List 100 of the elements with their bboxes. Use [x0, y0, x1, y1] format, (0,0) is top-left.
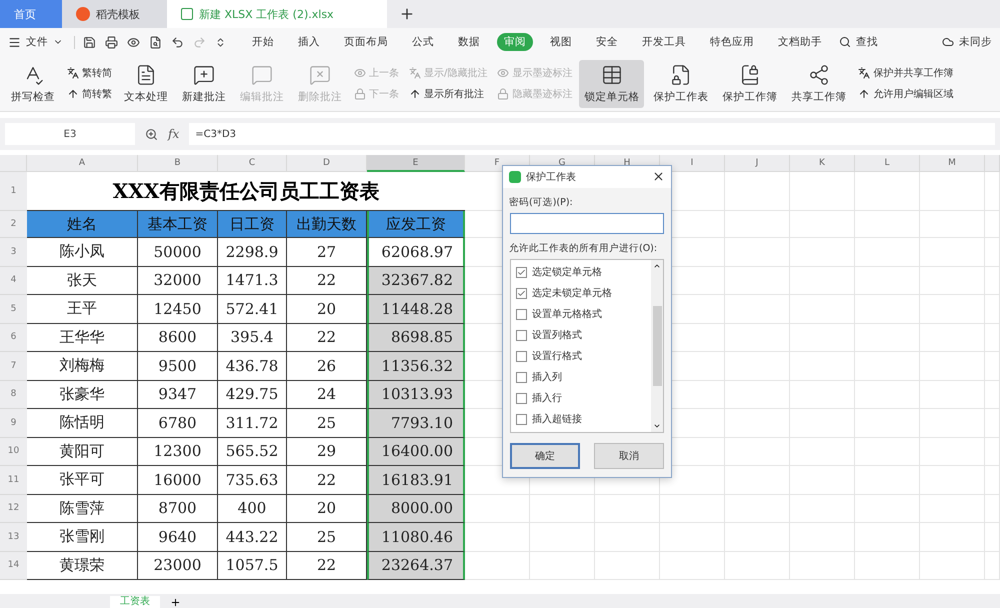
table-cell: 16183.91 — [367, 466, 465, 494]
table-cell: 8600 — [138, 324, 218, 352]
ribbon-button[interactable]: 文本处理 — [119, 60, 173, 108]
scrollbar[interactable] — [651, 260, 663, 432]
sync-status[interactable]: 未同步 — [959, 35, 992, 49]
table-cell: 11080.46 — [367, 523, 465, 552]
table-cell: 22 — [287, 466, 367, 494]
checkbox[interactable] — [516, 308, 527, 320]
document-tab[interactable]: 首页 — [0, 0, 62, 28]
table-cell: 12450 — [138, 295, 218, 324]
document-tab[interactable]: 稻壳模板 — [62, 0, 167, 28]
ribbon-button[interactable]: 共享工作簿 — [786, 60, 852, 108]
save-icon[interactable] — [83, 36, 96, 48]
permission-option[interactable]: 插入超链接 — [516, 410, 646, 428]
permission-option[interactable]: 选定锁定单元格 — [516, 264, 646, 281]
scroll-down-icon[interactable] — [653, 422, 661, 430]
menu-tab[interactable]: 特色应用 — [703, 33, 761, 51]
checkbox[interactable] — [516, 350, 527, 362]
column-header[interactable]: A — [27, 155, 138, 172]
menu-tab[interactable]: 文档助手 — [771, 33, 829, 51]
name-box[interactable]: E3 — [5, 123, 135, 145]
column-header[interactable]: C — [218, 155, 287, 172]
table-cell: 22 — [287, 552, 367, 580]
zoom-icon[interactable] — [145, 128, 158, 140]
permission-option[interactable]: 设置行格式 — [516, 348, 646, 365]
function-label[interactable]: fx — [168, 127, 180, 141]
table-cell: 32367.82 — [367, 266, 465, 295]
ribbon-button[interactable]: 拼写检查 — [6, 60, 60, 108]
ribbon-button[interactable]: 锁定单元格 — [579, 60, 644, 108]
arrow-icon — [409, 88, 421, 100]
ribbon-button[interactable]: 允许用户编辑区域 — [858, 87, 954, 101]
menu-tab[interactable]: 开始 — [245, 33, 281, 51]
preview-icon[interactable] — [149, 36, 162, 48]
menu-tab[interactable]: 安全 — [589, 33, 625, 51]
column-header[interactable]: M — [920, 155, 985, 172]
table-cell: 陈雪萍 — [27, 494, 138, 523]
column-header[interactable]: L — [855, 155, 920, 172]
new-tab-icon[interactable] — [399, 6, 415, 22]
search-link[interactable]: 查找 — [856, 35, 878, 49]
column-header[interactable]: I — [660, 155, 725, 172]
document-tab[interactable]: 新建 XLSX 工作表 (2).xlsx — [167, 0, 387, 28]
dialog-title: 保护工作表 — [526, 170, 577, 184]
table-cell: 22 — [287, 324, 367, 352]
table-cell: 9347 — [138, 380, 218, 409]
printer-icon[interactable] — [105, 36, 118, 48]
search-icon[interactable] — [839, 36, 851, 48]
permission-option[interactable]: 插入行 — [516, 390, 646, 407]
checkbox[interactable] — [516, 288, 527, 299]
app-logo-icon — [509, 170, 521, 183]
dialog-button[interactable]: 确定 — [510, 443, 580, 469]
menu-tab[interactable]: 页面布局 — [337, 33, 395, 51]
table-cell: 572.41 — [218, 295, 287, 324]
checkbox[interactable] — [516, 372, 527, 383]
ribbon-button[interactable]: 保护工作簿 — [717, 60, 782, 108]
password-field[interactable] — [510, 212, 664, 234]
file-menu[interactable]: 文件 — [26, 35, 48, 49]
checkbox[interactable] — [516, 392, 527, 404]
eye-icon[interactable] — [127, 36, 140, 48]
checkbox[interactable] — [516, 330, 527, 341]
ribbon-button[interactable]: 保护工作表 — [648, 60, 714, 108]
permission-option[interactable]: 插入列 — [516, 368, 646, 386]
more-icon[interactable] — [215, 36, 226, 48]
column-header[interactable]: D — [287, 155, 367, 172]
column-header[interactable]: K — [790, 155, 855, 172]
close-icon[interactable] — [652, 170, 665, 184]
table-cell: 张平可 — [27, 466, 138, 494]
table-cell: 2298.9 — [218, 238, 287, 266]
permission-option[interactable]: 设置单元格格式 — [516, 306, 646, 323]
formula-field[interactable]: =C3*D3 — [189, 123, 995, 145]
menu-tab[interactable]: 插入 — [291, 33, 327, 51]
menu-icon[interactable] — [8, 36, 21, 48]
add-sheet-icon[interactable] — [170, 597, 181, 608]
menu-tab[interactable]: 公式 — [405, 33, 441, 51]
permission-option[interactable]: 设置列格式 — [516, 326, 646, 344]
checkbox[interactable] — [516, 414, 527, 425]
translate-icon — [409, 67, 421, 79]
column-header[interactable]: E — [367, 155, 465, 172]
table-cell: 黄璟荣 — [27, 552, 138, 580]
menu-tab[interactable]: 视图 — [543, 33, 579, 51]
menu-tab[interactable]: 开发工具 — [635, 33, 693, 51]
undo-icon[interactable] — [171, 36, 184, 48]
eye-icon — [497, 67, 510, 79]
table-cell: 565.52 — [218, 438, 287, 466]
ribbon-button[interactable]: 显示所有批注 — [409, 87, 488, 101]
permission-option[interactable]: 选定未锁定单元格 — [516, 284, 646, 302]
table-cell: 张豪华 — [27, 380, 138, 409]
column-header[interactable]: B — [138, 155, 218, 172]
menu-tab[interactable]: 数据 — [451, 33, 487, 51]
table-cell: 23000 — [138, 552, 218, 580]
ribbon-button[interactable]: 简转繁 — [67, 87, 112, 101]
ribbon-button[interactable]: 繁转简 — [67, 66, 112, 80]
checkbox[interactable] — [516, 266, 527, 278]
column-heading: 基本工资 — [138, 211, 218, 238]
ribbon-button[interactable]: 保护并共享工作簿 — [858, 66, 954, 80]
row-number: 12 — [0, 494, 27, 523]
table-cell: 25 — [287, 523, 367, 552]
column-header[interactable]: J — [725, 155, 790, 172]
dialog-button[interactable]: 取消 — [594, 443, 664, 469]
ribbon-button[interactable]: 新建批注 — [177, 60, 231, 108]
table-cell: 陈小凤 — [27, 238, 138, 266]
